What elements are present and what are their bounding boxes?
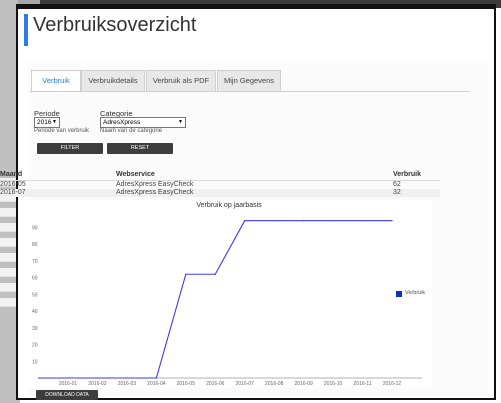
data-point: [361, 220, 364, 222]
column-header-maand: Maand: [0, 171, 23, 178]
legend-swatch: [396, 291, 402, 297]
cell-maand: 2016-05: [0, 181, 26, 188]
x-tick-label: 2016-08: [265, 381, 284, 387]
data-point: [67, 377, 69, 379]
x-tick-label: 2016-04: [147, 381, 166, 387]
data-point: [391, 220, 393, 222]
legend-label: Verbruik: [405, 290, 426, 296]
title-accent-bar: [24, 14, 28, 46]
x-tick-label: 2016-03: [118, 381, 137, 387]
tab-verbruik-als-pdf[interactable]: Verbruik als PDF: [146, 70, 216, 92]
x-tick-label: 2016-07: [236, 381, 255, 387]
x-tick-label: 2016-01: [59, 381, 78, 387]
data-point: [244, 220, 246, 222]
periode-hint: Periode van verbruik: [34, 128, 90, 134]
column-header-verbruik: Verbruik: [393, 171, 422, 178]
cell-verbruik: 62: [393, 181, 401, 188]
column-header-webservice: Webservice: [116, 171, 155, 178]
filter-button[interactable]: FILTER: [37, 143, 103, 154]
y-tick-label: 50: [32, 292, 38, 298]
data-point: [126, 377, 128, 379]
tab-verbruikdetails[interactable]: Verbruikdetails: [81, 70, 145, 92]
cell-webservice: AdresXpress EasyCheck: [116, 189, 194, 196]
series-line-verbruik: [38, 220, 392, 379]
periode-select[interactable]: 2016 ▼: [34, 117, 60, 128]
y-tick-label: 40: [32, 309, 38, 315]
y-tick-label: 10: [32, 359, 38, 365]
data-point: [273, 220, 275, 222]
periode-value: 2016: [37, 119, 52, 126]
y-tick-label: 80: [32, 242, 38, 248]
data-point: [214, 273, 216, 275]
y-tick-label: 60: [32, 276, 38, 282]
cell-verbruik: 32: [393, 189, 401, 196]
x-tick-label: 2016-11: [354, 381, 372, 387]
y-tick-label: 70: [32, 259, 38, 265]
x-tick-label: 2016-06: [206, 381, 225, 387]
tab-mijn-gegevens[interactable]: Mijn Gegevens: [217, 70, 281, 92]
x-tick-label: 2016-05: [177, 381, 196, 387]
table-header-row: Maand Webservice Verbruik: [0, 171, 440, 179]
reset-button[interactable]: RESET: [107, 143, 173, 154]
categorie-hint: Naam van de categorie: [100, 128, 163, 134]
x-tick-label: 2016-10: [324, 381, 343, 387]
y-tick-label: 30: [32, 326, 38, 332]
data-point: [303, 220, 305, 222]
table-row: 2016-07 AdresXpress EasyCheck 32: [0, 189, 440, 197]
data-point: [155, 377, 157, 379]
x-tick-label: 2016-12: [383, 381, 402, 387]
categorie-value: AdresXpress: [103, 119, 141, 126]
data-point: [185, 273, 187, 275]
data-point: [332, 220, 334, 222]
chart-container: Verbruik op jaarbasis 10 20 30 40 50 60 70 80 90…: [26, 200, 432, 388]
y-tick-label: 90: [32, 225, 38, 231]
page-title: Verbruiksoverzicht: [33, 14, 197, 36]
x-tick-label: 2016-02: [88, 381, 107, 387]
usage-line-chart: 10 20 30 40 50 60 70 80 90 2016-01 2016-02 2016-03 2…: [32, 220, 422, 387]
cell-webservice: AdresXpress EasyCheck: [116, 181, 194, 188]
tabs-divider: [30, 91, 470, 92]
chevron-down-icon: ▼: [178, 119, 183, 125]
y-tick-label: 20: [32, 343, 38, 349]
download-data-button[interactable]: DOWNLOAD DATA: [36, 390, 98, 400]
categorie-select[interactable]: AdresXpress ▼: [100, 117, 186, 128]
table-row: 2016-05 AdresXpress EasyCheck 62: [0, 180, 440, 189]
x-tick-label: 2016-09: [294, 381, 313, 387]
tab-verbruik[interactable]: Verbruik: [31, 70, 81, 93]
chevron-down-icon: ▼: [52, 119, 57, 125]
data-point: [96, 377, 99, 379]
cell-maand: 2016-07: [0, 189, 26, 196]
